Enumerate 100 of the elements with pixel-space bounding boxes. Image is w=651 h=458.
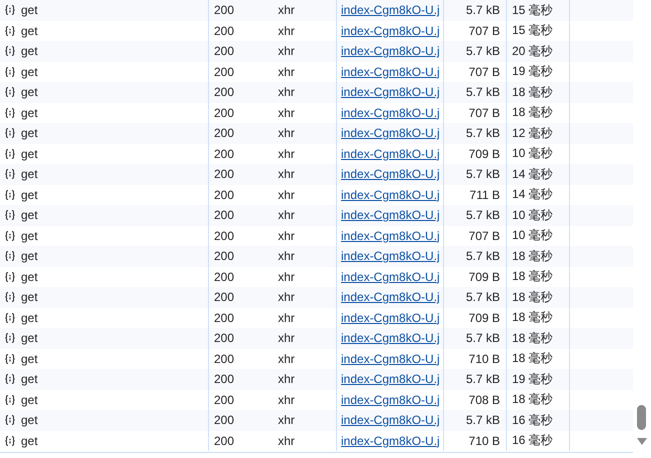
status-code: 200: [214, 413, 234, 428]
file-link[interactable]: index-Cgm8kO-U.j: [341, 413, 440, 428]
braces-icon: [4, 24, 16, 37]
duration: 18 毫秒: [512, 391, 553, 408]
status-code: 200: [214, 249, 234, 264]
request-name: get: [21, 188, 38, 202]
request-name: get: [21, 85, 38, 100]
duration: 18 毫秒: [512, 84, 553, 101]
file-link[interactable]: index-Cgm8kO-U.j: [341, 228, 440, 243]
scroll-down-icon[interactable]: [637, 438, 647, 446]
transfer-size: 707 B: [468, 106, 500, 120]
status-code: 200: [214, 3, 234, 18]
file-link[interactable]: index-Cgm8kO-U.j: [341, 24, 440, 38]
request-type: xhr: [278, 310, 295, 325]
request-type: xhr: [278, 352, 295, 366]
duration: 12 毫秒: [512, 124, 553, 142]
file-link[interactable]: index-Cgm8kO-U.j: [341, 85, 440, 100]
transfer-size: 5.7 kB: [466, 331, 500, 346]
request-type: xhr: [278, 85, 295, 100]
transfer-size: 709 B: [468, 146, 500, 161]
braces-icon: [4, 209, 16, 222]
braces-icon: [4, 106, 16, 119]
braces-icon: [4, 230, 16, 242]
file-link[interactable]: index-Cgm8kO-U.j: [341, 352, 440, 366]
braces-icon: [4, 270, 16, 283]
request-type: xhr: [278, 106, 295, 120]
request-name: get: [21, 167, 38, 182]
braces-icon: [4, 148, 16, 160]
file-link[interactable]: index-Cgm8kO-U.j: [341, 270, 440, 284]
file-link[interactable]: index-Cgm8kO-U.j: [341, 44, 440, 58]
request-name: get: [21, 372, 38, 386]
file-link[interactable]: index-Cgm8kO-U.j: [341, 64, 440, 79]
braces-icon: [4, 414, 16, 426]
transfer-size: 710 B: [468, 352, 500, 366]
file-link[interactable]: index-Cgm8kO-U.j: [341, 3, 440, 18]
file-link[interactable]: index-Cgm8kO-U.j: [341, 208, 440, 222]
duration: 15 毫秒: [512, 2, 553, 19]
request-name: get: [21, 413, 38, 428]
request-type: xhr: [278, 434, 295, 448]
file-link[interactable]: index-Cgm8kO-U.j: [341, 146, 440, 161]
file-link[interactable]: index-Cgm8kO-U.j: [341, 331, 440, 346]
braces-icon: [4, 312, 16, 324]
status-code: 200: [214, 167, 234, 182]
file-link[interactable]: index-Cgm8kO-U.j: [341, 249, 440, 264]
duration: 16 毫秒: [512, 432, 553, 450]
file-link[interactable]: index-Cgm8kO-U.j: [341, 167, 440, 182]
transfer-size: 5.7 kB: [466, 85, 500, 100]
status-code: 200: [214, 372, 234, 386]
request-type: xhr: [278, 290, 295, 304]
scrollbar-thumb[interactable]: [637, 405, 646, 430]
file-link[interactable]: index-Cgm8kO-U.j: [341, 126, 440, 140]
file-link[interactable]: index-Cgm8kO-U.j: [341, 290, 440, 304]
transfer-size: 5.7 kB: [466, 167, 500, 182]
status-code: 200: [214, 270, 234, 284]
request-type: xhr: [278, 228, 295, 243]
request-name: get: [21, 44, 38, 58]
transfer-size: 708 B: [468, 392, 500, 407]
file-link[interactable]: index-Cgm8kO-U.j: [341, 392, 440, 407]
request-name: get: [21, 392, 38, 407]
braces-icon: [4, 434, 16, 447]
braces-icon: [4, 127, 16, 140]
file-link[interactable]: index-Cgm8kO-U.j: [341, 372, 440, 386]
transfer-size: 5.7 kB: [466, 3, 500, 18]
request-name: get: [21, 126, 38, 140]
braces-icon: [4, 86, 16, 98]
status-code: 200: [214, 352, 234, 366]
request-type: xhr: [278, 64, 295, 79]
braces-icon: [4, 373, 16, 386]
transfer-size: 5.7 kB: [466, 126, 500, 140]
duration: 18 毫秒: [512, 104, 553, 122]
file-link[interactable]: index-Cgm8kO-U.j: [341, 434, 440, 448]
request-name: get: [21, 106, 38, 120]
status-code: 200: [214, 44, 234, 58]
request-name: get: [21, 270, 38, 284]
duration: 18 毫秒: [512, 248, 553, 265]
request-type: xhr: [278, 188, 295, 202]
request-type: xhr: [278, 270, 295, 284]
status-code: 200: [214, 392, 234, 407]
status-code: 200: [214, 188, 234, 202]
status-code: 200: [214, 310, 234, 325]
status-code: 200: [214, 434, 234, 448]
file-link[interactable]: index-Cgm8kO-U.j: [341, 310, 440, 325]
request-type: xhr: [278, 331, 295, 346]
duration: 10 毫秒: [512, 206, 553, 224]
request-type: xhr: [278, 392, 295, 407]
duration: 18 毫秒: [512, 330, 553, 347]
status-code: 200: [214, 24, 234, 38]
request-name: get: [21, 434, 38, 448]
duration: 16 毫秒: [512, 412, 553, 429]
transfer-size: 707 B: [468, 24, 500, 38]
status-code: 200: [214, 228, 234, 243]
braces-icon: [4, 250, 16, 262]
file-link[interactable]: index-Cgm8kO-U.j: [341, 188, 440, 202]
duration: 10 毫秒: [512, 145, 553, 162]
file-link[interactable]: index-Cgm8kO-U.j: [341, 106, 440, 120]
braces-icon: [4, 45, 16, 58]
transfer-size: 5.7 kB: [466, 290, 500, 304]
duration: 18 毫秒: [512, 350, 553, 368]
request-type: xhr: [278, 146, 295, 161]
request-name: get: [21, 146, 38, 161]
